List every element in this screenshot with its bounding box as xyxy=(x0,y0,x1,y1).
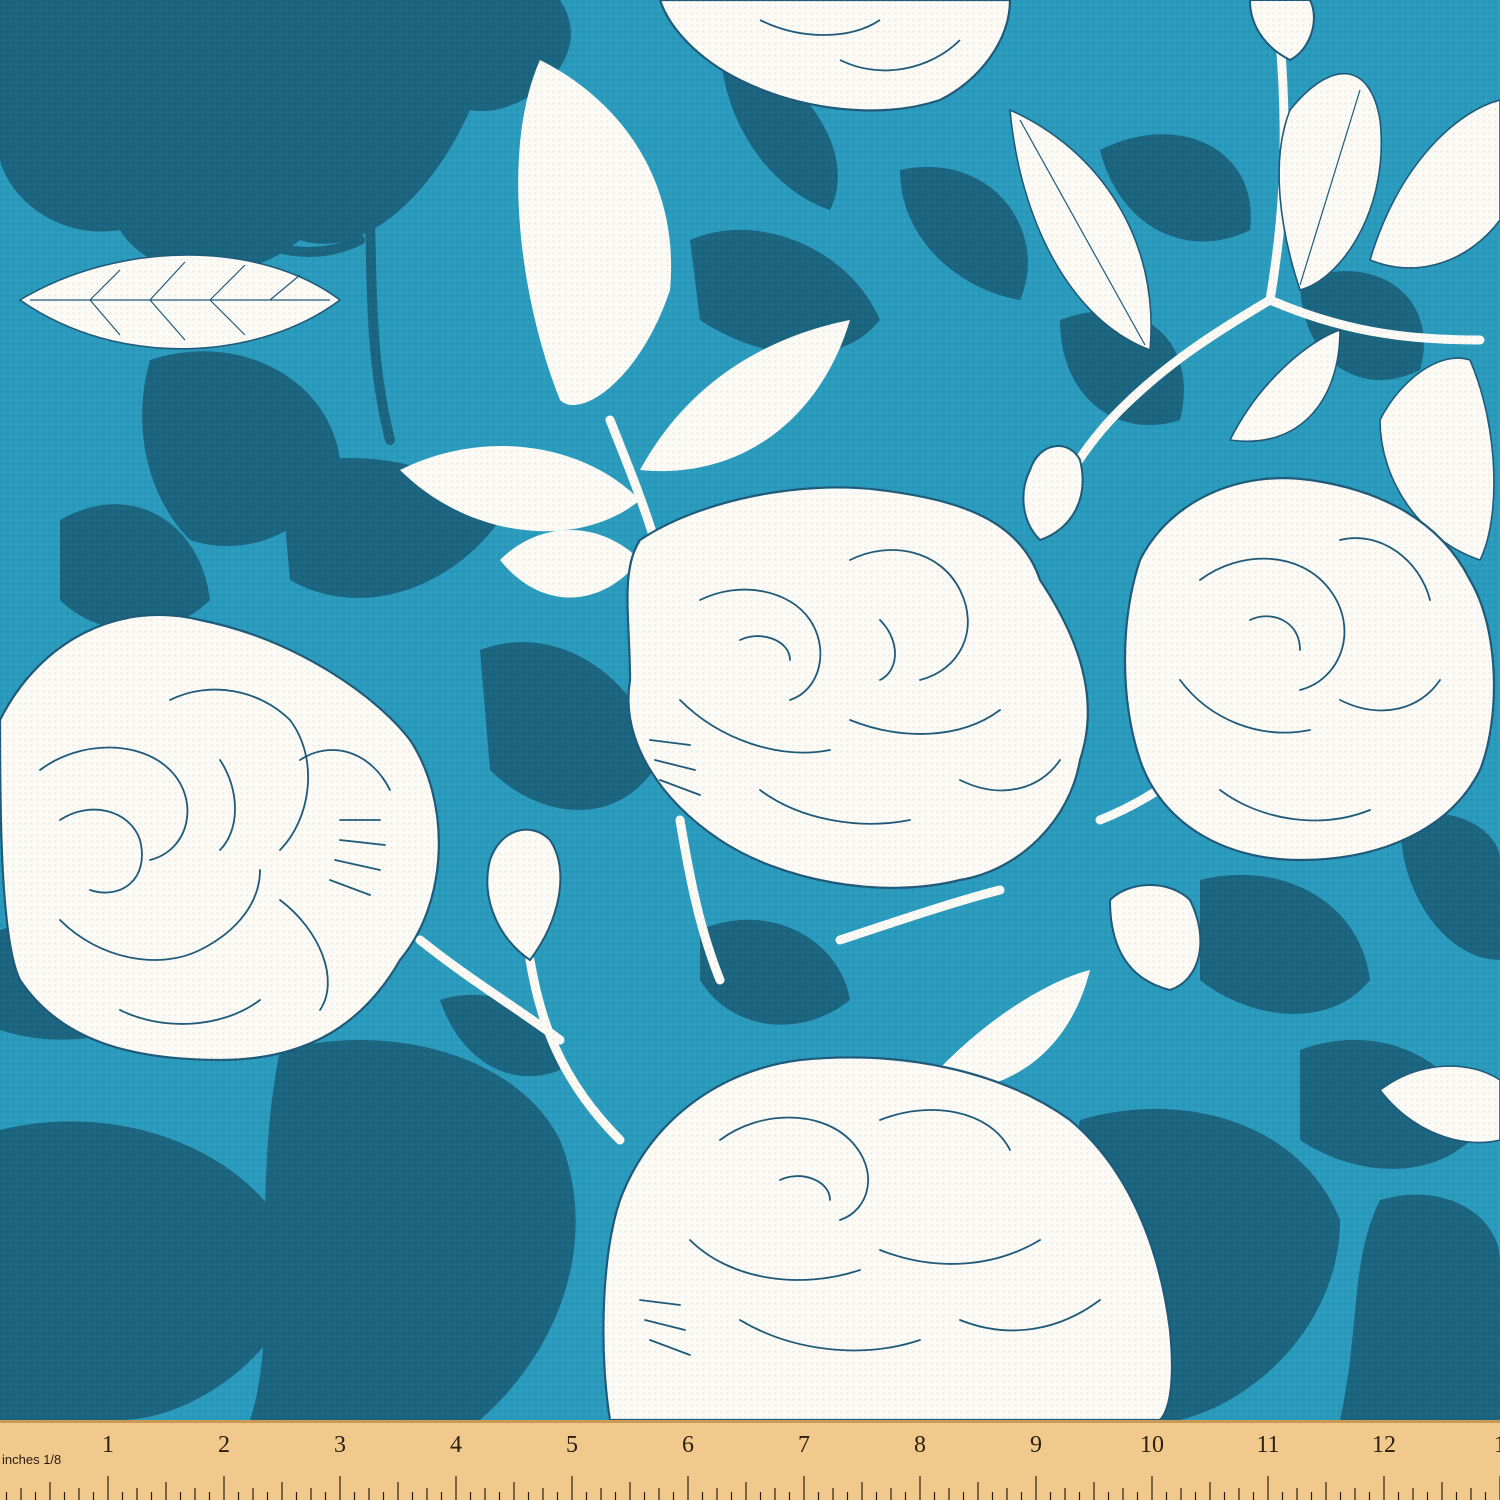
ruler-number: 3 xyxy=(334,1432,346,1458)
floral-fabric-pattern xyxy=(0,0,1500,1420)
fabric-swatch-view: 1 2 3 4 5 6 7 8 9 10 11 12 1 inches 1/8 xyxy=(0,0,1500,1500)
measuring-ruler: 1 2 3 4 5 6 7 8 9 10 11 12 1 inches 1/8 xyxy=(0,1420,1500,1500)
ruler-unit-label: inches 1/8 xyxy=(2,1452,61,1467)
ruler-number: 11 xyxy=(1256,1432,1279,1458)
ruler-number: 2 xyxy=(218,1432,230,1458)
ruler-number: 6 xyxy=(682,1432,694,1458)
ruler-number: 1 xyxy=(102,1432,114,1458)
ruler-number: 8 xyxy=(914,1432,926,1458)
ruler-top-edge xyxy=(0,1420,1500,1423)
ruler-number: 12 xyxy=(1372,1432,1396,1458)
ruler-number: 5 xyxy=(566,1432,578,1458)
fabric-weave-texture xyxy=(0,0,1500,1420)
ruler-number: 1 xyxy=(1494,1432,1500,1458)
ruler-number: 9 xyxy=(1030,1432,1042,1458)
ruler-number: 10 xyxy=(1140,1432,1164,1458)
ruler-number: 7 xyxy=(798,1432,810,1458)
ruler-number: 4 xyxy=(450,1432,462,1458)
